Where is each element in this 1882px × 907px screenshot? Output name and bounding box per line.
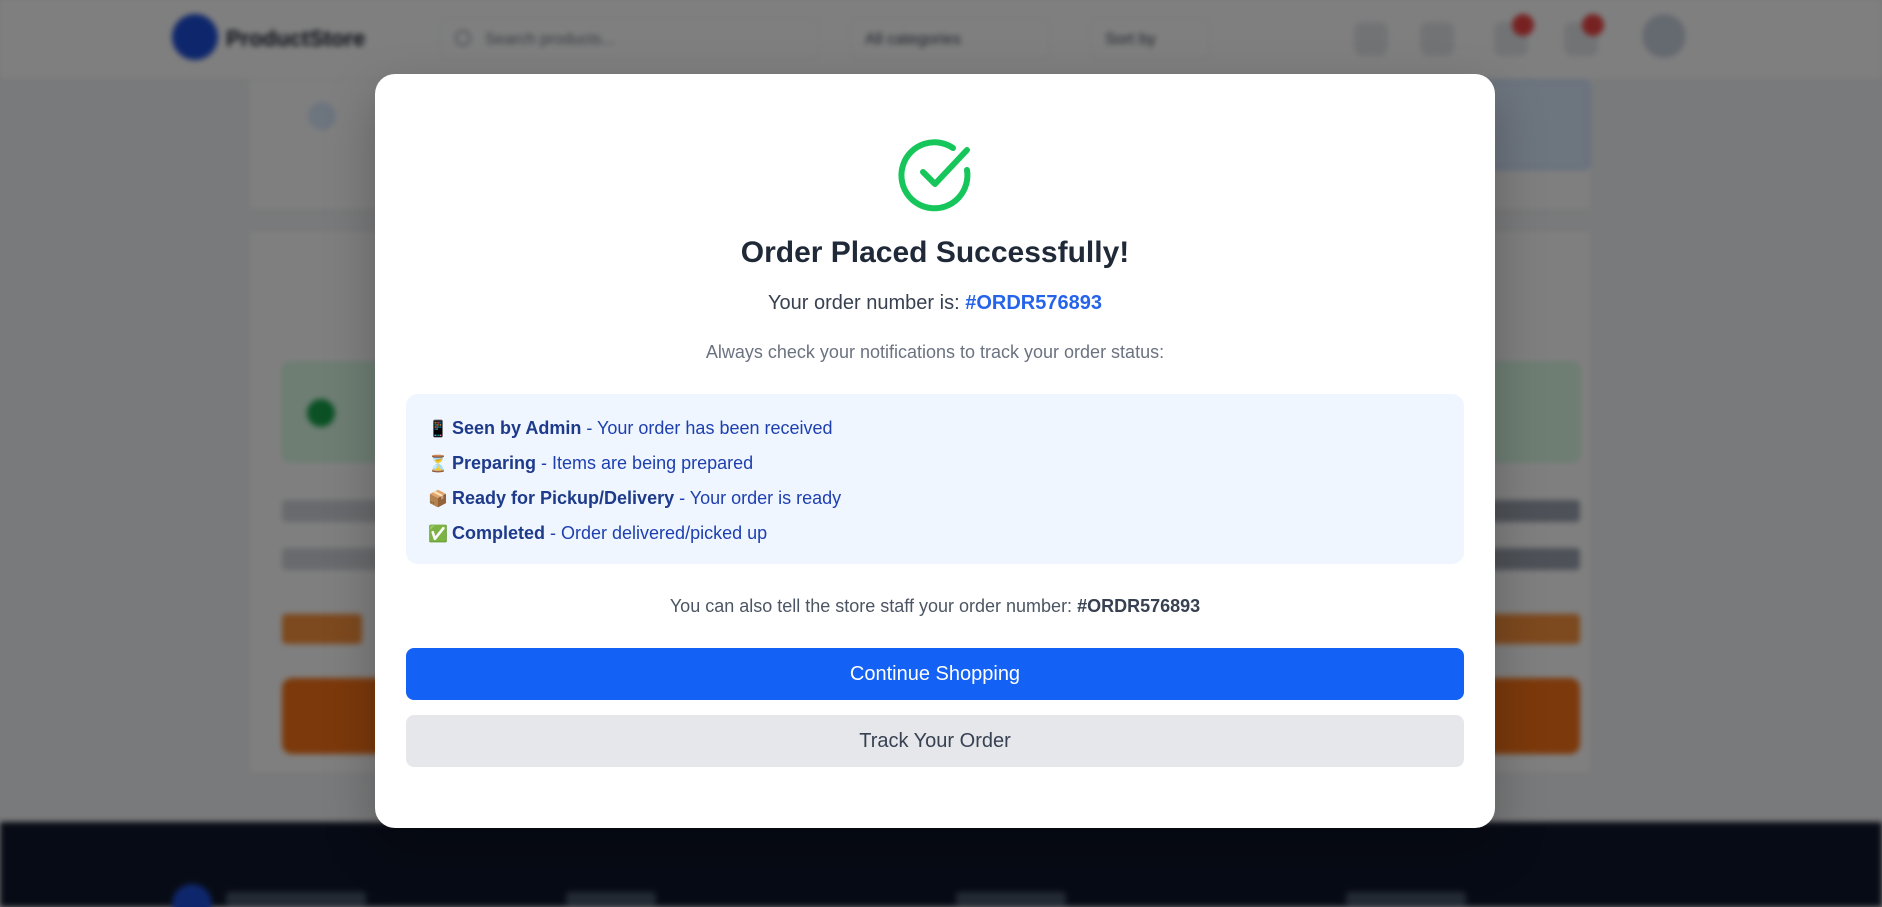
status-item-seen: 📱 Seen by Admin - Your order has been rec… [428, 418, 833, 444]
status-label: Completed [452, 523, 546, 543]
status-label: Seen by Admin [452, 418, 582, 438]
staff-order-number: #ORDR576893 [1077, 596, 1201, 616]
check-circle-svg [898, 139, 971, 212]
phone-icon: 📱 [428, 421, 448, 438]
continue-shopping-button[interactable]: Continue Shopping [406, 648, 1464, 700]
status-item-ready: 📦 Ready for Pickup/Delivery - Your order … [428, 488, 841, 514]
checkmark-icon: ✅ [428, 526, 448, 543]
status-desc: - Items are being prepared [536, 453, 754, 473]
status-list: 📱 Seen by Admin - Your order has been rec… [406, 394, 1464, 564]
page: ProductStore Search products... All cate… [0, 0, 1882, 907]
status-desc: - Your order is ready [674, 488, 842, 508]
staff-hint: You can also tell the store staff your o… [375, 596, 1495, 617]
hourglass-icon: ⏳ [428, 456, 448, 473]
notification-hint: Always check your notifications to track… [705, 342, 1165, 362]
track-order-button[interactable]: Track Your Order [406, 715, 1464, 767]
status-item-preparing: ⏳ Preparing - Items are being prepared [428, 453, 753, 479]
status-item-completed: ✅ Completed - Order delivered/picked up [428, 523, 767, 549]
order-number: #ORDR576893 [965, 292, 1102, 314]
status-desc: - Your order has been received [581, 418, 833, 438]
order-success-modal: Order Placed Successfully! Your order nu… [375, 74, 1495, 828]
package-icon: 📦 [428, 491, 448, 508]
status-label: Ready for Pickup/Delivery [452, 488, 675, 508]
status-label: Preparing [452, 453, 537, 473]
order-number-prefix: Your order number is: [768, 292, 960, 314]
check-circle-icon [897, 136, 975, 214]
status-desc: - Order delivered/picked up [545, 523, 768, 543]
order-number-line: Your order number is: #ORDR576893 [375, 292, 1495, 315]
modal-title: Order Placed Successfully! [740, 236, 1130, 269]
staff-hint-prefix: You can also tell the store staff your o… [669, 596, 1073, 616]
